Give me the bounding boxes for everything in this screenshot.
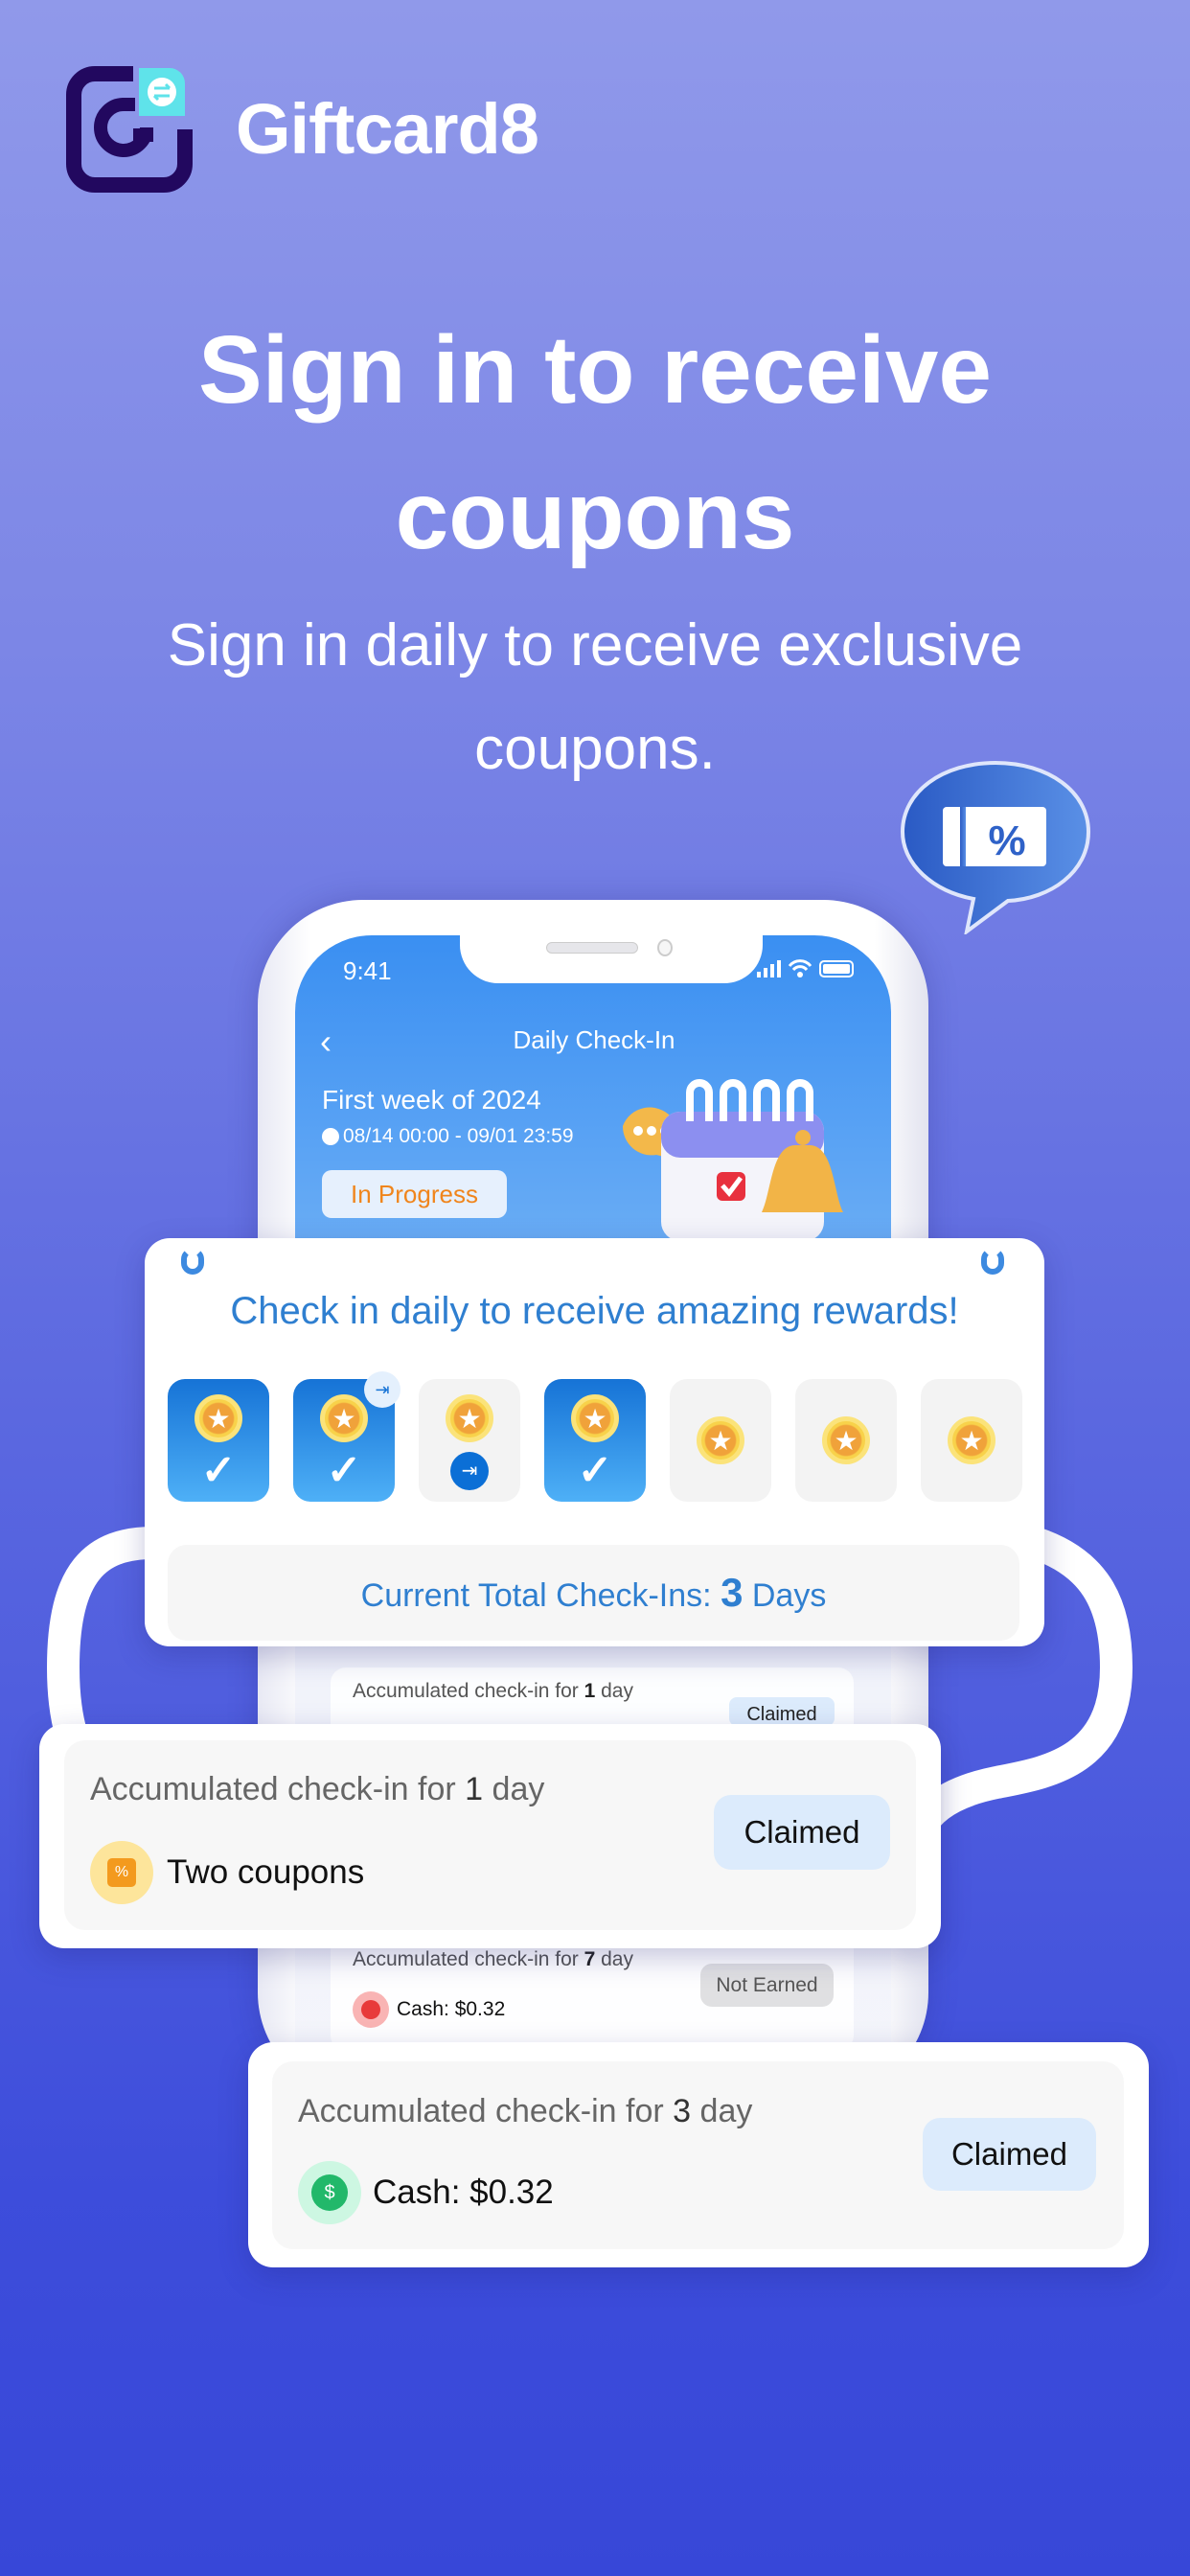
calendar-bell-illustration — [622, 1079, 843, 1241]
not-earned-button[interactable]: Not Earned — [700, 1964, 834, 2007]
dollar-coin-icon: $ — [298, 2161, 361, 2224]
title-line: coupons — [395, 462, 795, 569]
total-checkins: Current Total Check-Ins: 3 Days — [168, 1545, 1019, 1641]
star-coin-icon: ★ — [571, 1394, 619, 1442]
page-title: Sign in to receive coupons — [0, 297, 1190, 588]
check-icon: ✓ — [200, 1447, 237, 1494]
total-label: Current Total Check-Ins: — [360, 1577, 721, 1614]
day-tile-4[interactable]: ★ ✓ — [544, 1379, 646, 1502]
svg-text:%: % — [988, 817, 1025, 864]
day-tile-5[interactable]: ★ — [670, 1379, 771, 1502]
reward-condition: Accumulated check-in for 3 day — [298, 2093, 753, 2129]
reward-item: % Two coupons — [90, 1841, 364, 1904]
star-coin-icon: ★ — [446, 1394, 493, 1442]
phone-camera — [657, 939, 673, 956]
clock-icon — [322, 1128, 339, 1145]
star-coin-icon: ★ — [697, 1416, 744, 1464]
in-progress-button[interactable]: In Progress — [322, 1170, 507, 1218]
calendar-makeup-icon: ⇥ — [364, 1371, 400, 1408]
star-coin-icon: ★ — [948, 1416, 995, 1464]
subtitle-line: Sign in daily to receive exclusive — [167, 612, 1023, 678]
event-dates-text: 08/14 00:00 - 09/01 23:59 — [343, 1125, 574, 1147]
bg-item-label: Accumulated check-in for 7 day — [353, 1948, 633, 1970]
reward-card: Accumulated check-in for 1 day % Two cou… — [39, 1724, 941, 1948]
coupon-bubble-icon: % — [900, 760, 1091, 934]
bg-item-label: Accumulated check-in for 1 day — [353, 1680, 633, 1702]
title-line: Sign in to receive — [197, 316, 993, 424]
star-coin-icon: ★ — [822, 1416, 870, 1464]
total-unit: Days — [743, 1577, 827, 1614]
giftcard8-logo — [66, 66, 193, 193]
status-time: 9:41 — [343, 956, 392, 985]
ring-hole-icon — [181, 1248, 204, 1275]
day-tile-2[interactable]: ★ ✓ ⇥ — [293, 1371, 400, 1502]
claimed-button[interactable]: Claimed — [923, 2118, 1096, 2191]
coupon-icon: % — [90, 1841, 153, 1904]
day-tile-7[interactable]: ★ — [921, 1379, 1022, 1502]
reward-condition: Accumulated check-in for 1 day — [90, 1771, 545, 1807]
checkin-card-title: Check in daily to receive amazing reward… — [230, 1290, 959, 1332]
status-icons — [757, 959, 854, 978]
day-tile-6[interactable]: ★ — [795, 1379, 897, 1502]
ring-hole-icon — [981, 1248, 1004, 1275]
event-dates: 08/14 00:00 - 09/01 23:59 — [322, 1125, 574, 1148]
star-coin-icon: ★ — [195, 1394, 242, 1442]
cash-exchange-icon — [353, 1991, 389, 2028]
screen-header-title: Daily Check-In — [513, 1025, 675, 1054]
reward-item: $ Cash: $0.32 — [298, 2161, 554, 2224]
day-tile-3[interactable]: ★ ⇥ — [419, 1379, 520, 1502]
makeup-calendar-icon[interactable]: ⇥ — [450, 1452, 489, 1490]
reward-text: Two coupons — [167, 1853, 365, 1891]
check-icon: ✓ — [577, 1447, 613, 1494]
reward-card: Accumulated check-in for 3 day $ Cash: $… — [248, 2042, 1149, 2267]
back-icon[interactable]: ‹ — [320, 1022, 332, 1062]
reward-text: Cash: $0.32 — [373, 2174, 554, 2211]
event-title: First week of 2024 — [322, 1085, 541, 1115]
day-tile-1[interactable]: ★ ✓ — [168, 1379, 269, 1502]
claimed-button[interactable]: Claimed — [714, 1795, 890, 1870]
brand-name: Giftcard8 — [236, 89, 539, 169]
bg-claimed-button[interactable]: Claimed — [729, 1697, 835, 1726]
total-value: 3 — [721, 1570, 744, 1615]
phone-speaker — [546, 942, 638, 954]
check-icon: ✓ — [326, 1447, 362, 1494]
star-coin-icon: ★ — [320, 1394, 368, 1442]
bg-item-reward: Cash: $0.32 — [353, 1991, 505, 2028]
bg-reward-text: Cash: $0.32 — [397, 1998, 506, 2020]
